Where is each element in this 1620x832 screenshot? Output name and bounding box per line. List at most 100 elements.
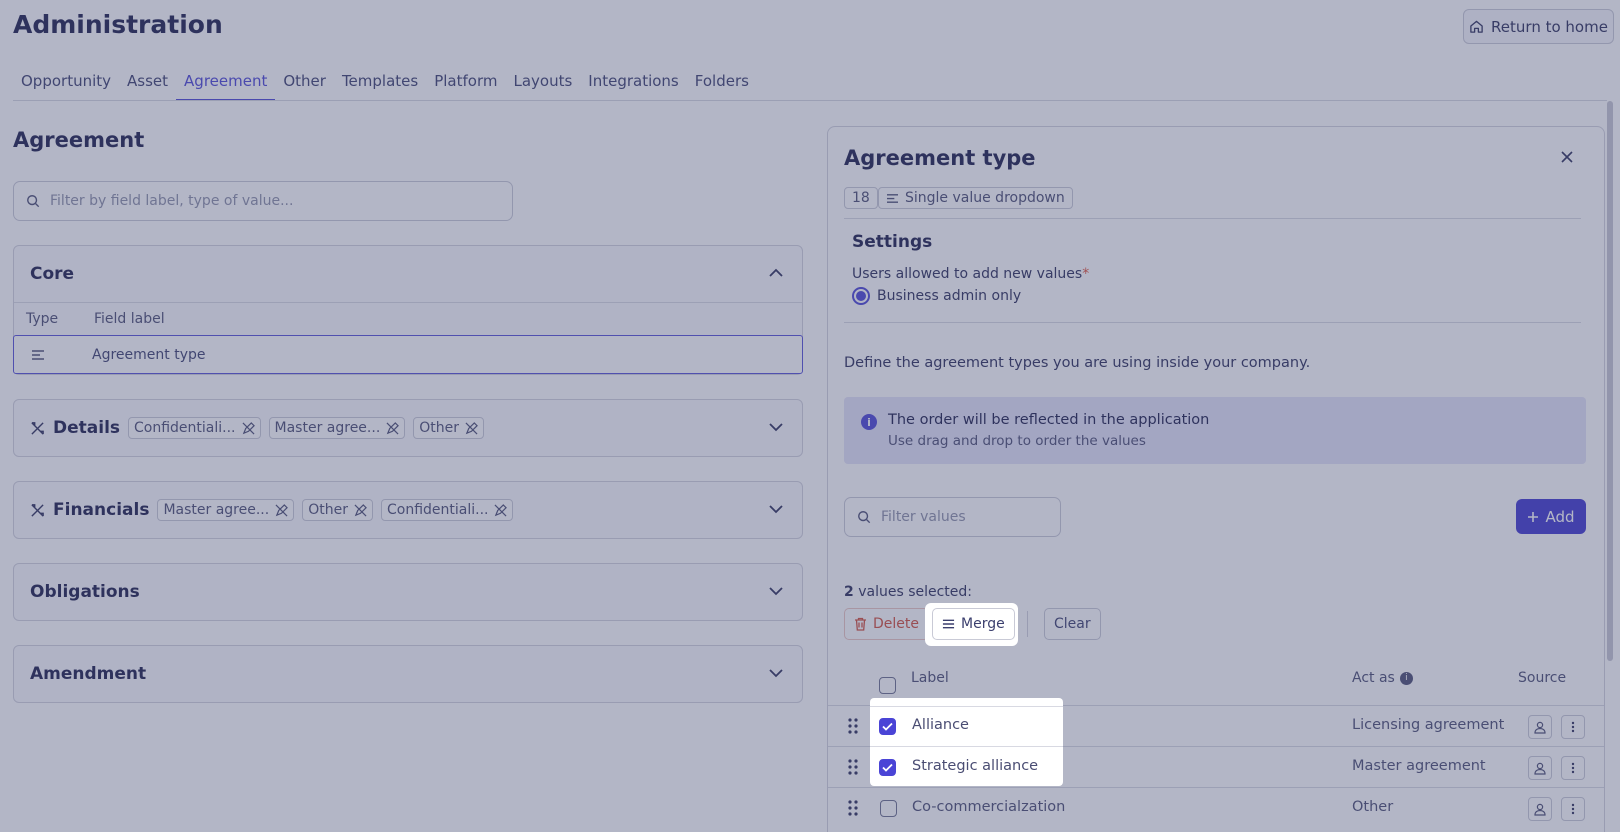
chevron-down-icon[interactable] [768, 422, 784, 432]
section-title: Agreement [13, 128, 145, 152]
edit-off-icon [354, 503, 367, 516]
home-icon [1470, 20, 1483, 33]
row-checkbox-checked[interactable] [879, 759, 896, 776]
clear-label: Clear [1054, 616, 1091, 632]
more-icon[interactable] [1561, 756, 1585, 780]
close-icon[interactable] [1560, 150, 1574, 164]
template-pill: Master agree... [268, 417, 406, 439]
field-type-badge: Single value dropdown [878, 187, 1073, 209]
tab-asset[interactable]: Asset [119, 64, 176, 101]
obligations-card[interactable]: Obligations [13, 563, 803, 621]
add-value-button[interactable]: Add [1516, 499, 1586, 534]
edit-off-icon [386, 421, 400, 434]
template-pill: Other [413, 417, 485, 439]
add-label: Add [1545, 507, 1575, 526]
drag-handle-icon[interactable] [848, 759, 858, 775]
tab-opportunity[interactable]: Opportunity [13, 64, 119, 101]
financials-card[interactable]: Financials Master agree... Other Confide… [13, 481, 803, 539]
amendment-title: Amendment [30, 664, 147, 684]
chevron-down-icon[interactable] [768, 668, 784, 678]
tab-platform[interactable]: Platform [426, 64, 505, 101]
chevron-up-icon[interactable] [768, 268, 784, 278]
core-card: Core Type Field label Agreement type [13, 245, 803, 375]
delete-button[interactable]: Delete [844, 608, 929, 640]
page-title: Administration [13, 10, 223, 39]
divider [870, 746, 1063, 747]
row-act-as: Other [1352, 799, 1394, 815]
chevron-down-icon[interactable] [768, 586, 784, 596]
template-pill: Confidentiali... [380, 499, 514, 521]
details-title: Details [53, 418, 121, 438]
select-all-checkbox[interactable] [879, 677, 896, 694]
panel-description: Define the agreement types you are using… [844, 355, 1311, 371]
table-row[interactable]: Agreement type [13, 335, 803, 374]
tabs-divider [13, 100, 1607, 101]
tab-other[interactable]: Other [275, 64, 334, 101]
radio-business-admin[interactable]: Business admin only [852, 287, 1021, 305]
col-type: Type [26, 311, 59, 327]
radio-selected[interactable] [852, 287, 870, 305]
template-pill: Confidentiali... [128, 417, 261, 439]
col-act-as: Act as i [1352, 670, 1413, 686]
info-title: The order will be reflected in the appli… [888, 412, 1210, 428]
tab-folders[interactable]: Folders [687, 64, 757, 101]
allowed-users-label: Users allowed to add new values* [852, 266, 1090, 282]
return-home-label: Return to home [1491, 17, 1608, 36]
edit-off-icon [275, 503, 289, 516]
tab-bar: Opportunity Asset Agreement Other Templa… [13, 64, 757, 101]
merge-button[interactable]: Merge [932, 608, 1015, 640]
edit-off-icon [465, 421, 478, 434]
template-pill: Master agree... [157, 499, 295, 521]
info-icon: i [1399, 671, 1413, 685]
values-filter[interactable] [844, 497, 1061, 537]
row-checkbox[interactable] [880, 800, 897, 817]
button-separator [1027, 611, 1028, 637]
obligations-title: Obligations [30, 582, 140, 602]
clear-button[interactable]: Clear [1044, 608, 1101, 640]
user-icon[interactable] [1528, 715, 1552, 739]
row-label: Strategic alliance [912, 758, 1039, 774]
amendment-card[interactable]: Amendment [13, 645, 803, 703]
user-icon[interactable] [1528, 756, 1552, 780]
values-filter-input[interactable] [881, 509, 1041, 525]
plus-icon [1528, 511, 1539, 522]
tab-integrations[interactable]: Integrations [580, 64, 686, 101]
search-icon [858, 511, 871, 524]
return-home-button[interactable]: Return to home [1463, 9, 1614, 44]
delete-label: Delete [873, 616, 919, 632]
details-card[interactable]: Details Confidentiali... Master agree...… [13, 399, 803, 457]
drag-handle-icon[interactable] [848, 800, 858, 816]
tab-templates[interactable]: Templates [334, 64, 426, 101]
drag-handle-icon[interactable] [848, 718, 858, 734]
scrollbar[interactable] [1607, 101, 1613, 661]
check-icon [882, 722, 893, 731]
dropdown-type-icon [887, 193, 898, 203]
divider [844, 322, 1581, 323]
core-header[interactable]: Core [14, 246, 802, 302]
row-label: Co-commercialzation [912, 799, 1066, 815]
tools-icon [31, 503, 44, 517]
chevron-down-icon[interactable] [768, 504, 784, 514]
info-icon: i [861, 414, 877, 430]
more-icon[interactable] [1561, 715, 1585, 739]
row-field-label: Agreement type [92, 346, 206, 363]
tab-agreement[interactable]: Agreement [176, 64, 276, 101]
col-source: Source [1518, 670, 1567, 686]
tab-layouts[interactable]: Layouts [505, 64, 580, 101]
col-field-label: Field label [94, 311, 165, 327]
row-act-as: Master agreement [1352, 758, 1486, 774]
field-id-badge: 18 [844, 187, 878, 209]
user-icon[interactable] [1528, 797, 1552, 821]
table-row[interactable]: Co-commercialzation Other [828, 788, 1604, 829]
core-table-header: Type Field label [14, 302, 802, 335]
field-filter-input[interactable] [50, 193, 490, 209]
more-icon[interactable] [1561, 797, 1585, 821]
edit-off-icon [494, 503, 508, 516]
field-filter[interactable] [13, 181, 513, 221]
trash-icon [855, 617, 866, 631]
template-pill: Other [302, 499, 373, 521]
dropdown-type-icon [32, 349, 44, 360]
info-subtitle: Use drag and drop to order the values [888, 433, 1146, 449]
row-checkbox-checked[interactable] [879, 718, 896, 735]
radio-label: Business admin only [877, 288, 1022, 304]
